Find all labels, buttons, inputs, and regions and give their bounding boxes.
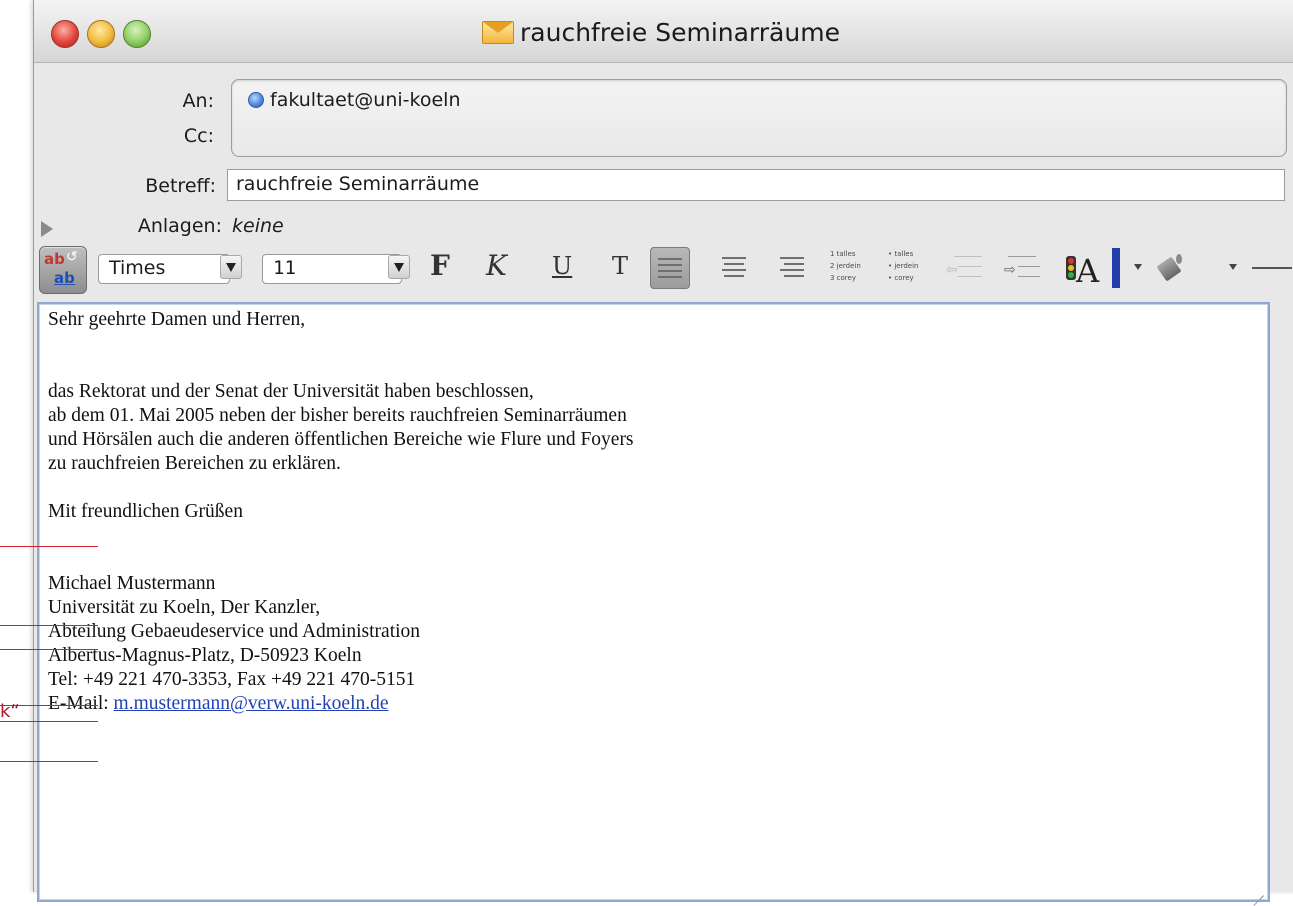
- body-line: das Rektorat und der Senat der Universit…: [48, 381, 534, 402]
- text-style-button[interactable]: T: [612, 252, 628, 280]
- resize-grip-icon[interactable]: [1250, 882, 1264, 896]
- subject-field[interactable]: rauchfreie Seminarräume: [227, 169, 1285, 201]
- align-center-button[interactable]: [714, 247, 754, 289]
- numbered-list-row: 1 talles: [830, 250, 856, 258]
- bullet-list-row: • talles: [888, 250, 914, 258]
- window-title-group: rauchfreie Seminarräume: [482, 15, 840, 49]
- paint-drip: [1176, 254, 1182, 264]
- zoom-window-button[interactable]: [123, 20, 151, 48]
- mail-compose-window: rauchfreie Seminarräume An: Cc: fakultae…: [33, 0, 1293, 902]
- cc-label: Cc:: [183, 125, 214, 147]
- font-size-select[interactable]: 11: [262, 254, 402, 284]
- background-color-dropdown-arrow[interactable]: [1229, 264, 1237, 270]
- font-family-select[interactable]: Times: [98, 254, 230, 284]
- align-right-button[interactable]: [772, 247, 812, 289]
- signature-line: Albertus-Magnus-Platz, D-50923 Koeln: [48, 645, 362, 666]
- horizontal-line-icon[interactable]: [1252, 267, 1292, 269]
- body-line: ab dem 01. Mai 2005 neben der bisher ber…: [48, 405, 627, 426]
- signature-line: Michael Mustermann: [48, 573, 216, 594]
- annotation-quote: k“: [0, 701, 20, 722]
- indent-right-arrow-icon: ⇨: [1004, 262, 1016, 278]
- text-color-dropdown-arrow[interactable]: [1134, 264, 1142, 270]
- font-family-dropdown-arrow[interactable]: [220, 255, 242, 279]
- paint-bucket-icon[interactable]: [1154, 252, 1188, 286]
- font-size-dropdown-arrow[interactable]: [388, 255, 410, 279]
- numbered-list-button[interactable]: 1 talles 2 jerdein 3 corey: [830, 250, 868, 286]
- traffic-light-icon: [1066, 256, 1076, 280]
- annotation-line: [0, 761, 98, 762]
- minimize-window-button[interactable]: [87, 20, 115, 48]
- closing-line: Mit freundlichen Grüßen: [48, 501, 243, 522]
- numbered-list-row: 2 jerdein: [830, 262, 861, 270]
- email-link[interactable]: m.mustermann@verw.uni-koeln.de: [114, 693, 389, 714]
- text-color-swatch[interactable]: [1112, 248, 1120, 288]
- bullet-list-button[interactable]: • talles • jerdein • corey: [888, 250, 926, 286]
- signature-line: Abteilung Gebaeudeservice und Administra…: [48, 621, 421, 642]
- message-body[interactable]: Sehr geehrte Damen und Herren, das Rekto…: [37, 302, 1270, 902]
- email-label: E-Mail:: [48, 693, 114, 714]
- recipient-address: fakultaet@uni-koeln: [270, 89, 461, 111]
- replace-icon-top: ab: [44, 250, 65, 268]
- font-a-icon: A: [1076, 252, 1100, 290]
- signature-line: Tel: +49 221 470-3353, Fax +49 221 470-5…: [48, 669, 416, 690]
- underline-button[interactable]: U: [552, 252, 572, 280]
- numbered-list-row: 3 corey: [830, 274, 856, 282]
- body-line: und Hörsälen auch die anderen öffentlich…: [48, 429, 634, 450]
- format-toolbar: ab ↺ ab Times 11 F K U T 1 talles 2 jerd…: [34, 240, 1293, 302]
- decrease-indent-button[interactable]: ⇦: [946, 252, 982, 284]
- recipient-token[interactable]: fakultaet@uni-koeln: [248, 89, 460, 111]
- text-color-button[interactable]: A: [1064, 250, 1108, 290]
- increase-indent-button[interactable]: ⇨: [1004, 252, 1040, 284]
- annotation-line: [0, 546, 98, 547]
- to-label: An:: [182, 90, 214, 112]
- bold-button[interactable]: F: [430, 249, 450, 282]
- subject-label: Betreff:: [145, 175, 216, 197]
- title-bar[interactable]: rauchfreie Seminarräume: [34, 0, 1293, 63]
- signature-line: Universität zu Koeln, Der Kanzler,: [48, 597, 321, 618]
- annotation-line: [0, 625, 98, 626]
- swap-arrow-icon: ↺: [66, 249, 78, 265]
- bullet-list-row: • jerdein: [888, 262, 919, 270]
- salutation-line: Sehr geehrte Damen und Herren,: [48, 309, 306, 330]
- indent-left-arrow-icon: ⇦: [946, 262, 958, 278]
- align-left-button[interactable]: [650, 247, 690, 289]
- bullet-list-row: • corey: [888, 274, 914, 282]
- attachments-label: Anlagen:: [137, 215, 222, 237]
- window-title: rauchfreie Seminarräume: [520, 17, 840, 47]
- italic-button[interactable]: K: [486, 249, 507, 282]
- close-window-button[interactable]: [51, 20, 79, 48]
- body-line: zu rauchfreien Bereichen zu erklären.: [48, 453, 341, 474]
- replace-text-button[interactable]: ab ↺ ab: [39, 246, 87, 294]
- attachments-value: keine: [232, 215, 284, 237]
- email-line: E-Mail: m.mustermann@verw.uni-koeln.de: [48, 692, 1259, 716]
- annotation-line: [0, 649, 98, 650]
- disclosure-triangle-icon[interactable]: [41, 221, 53, 237]
- envelope-icon: [482, 20, 514, 44]
- recipient-dot-icon: [248, 92, 264, 108]
- recipients-field[interactable]: fakultaet@uni-koeln: [231, 79, 1287, 157]
- message-header: An: Cc: fakultaet@uni-koeln Betreff: rau…: [34, 63, 1293, 240]
- replace-icon-bottom: ab: [54, 269, 75, 287]
